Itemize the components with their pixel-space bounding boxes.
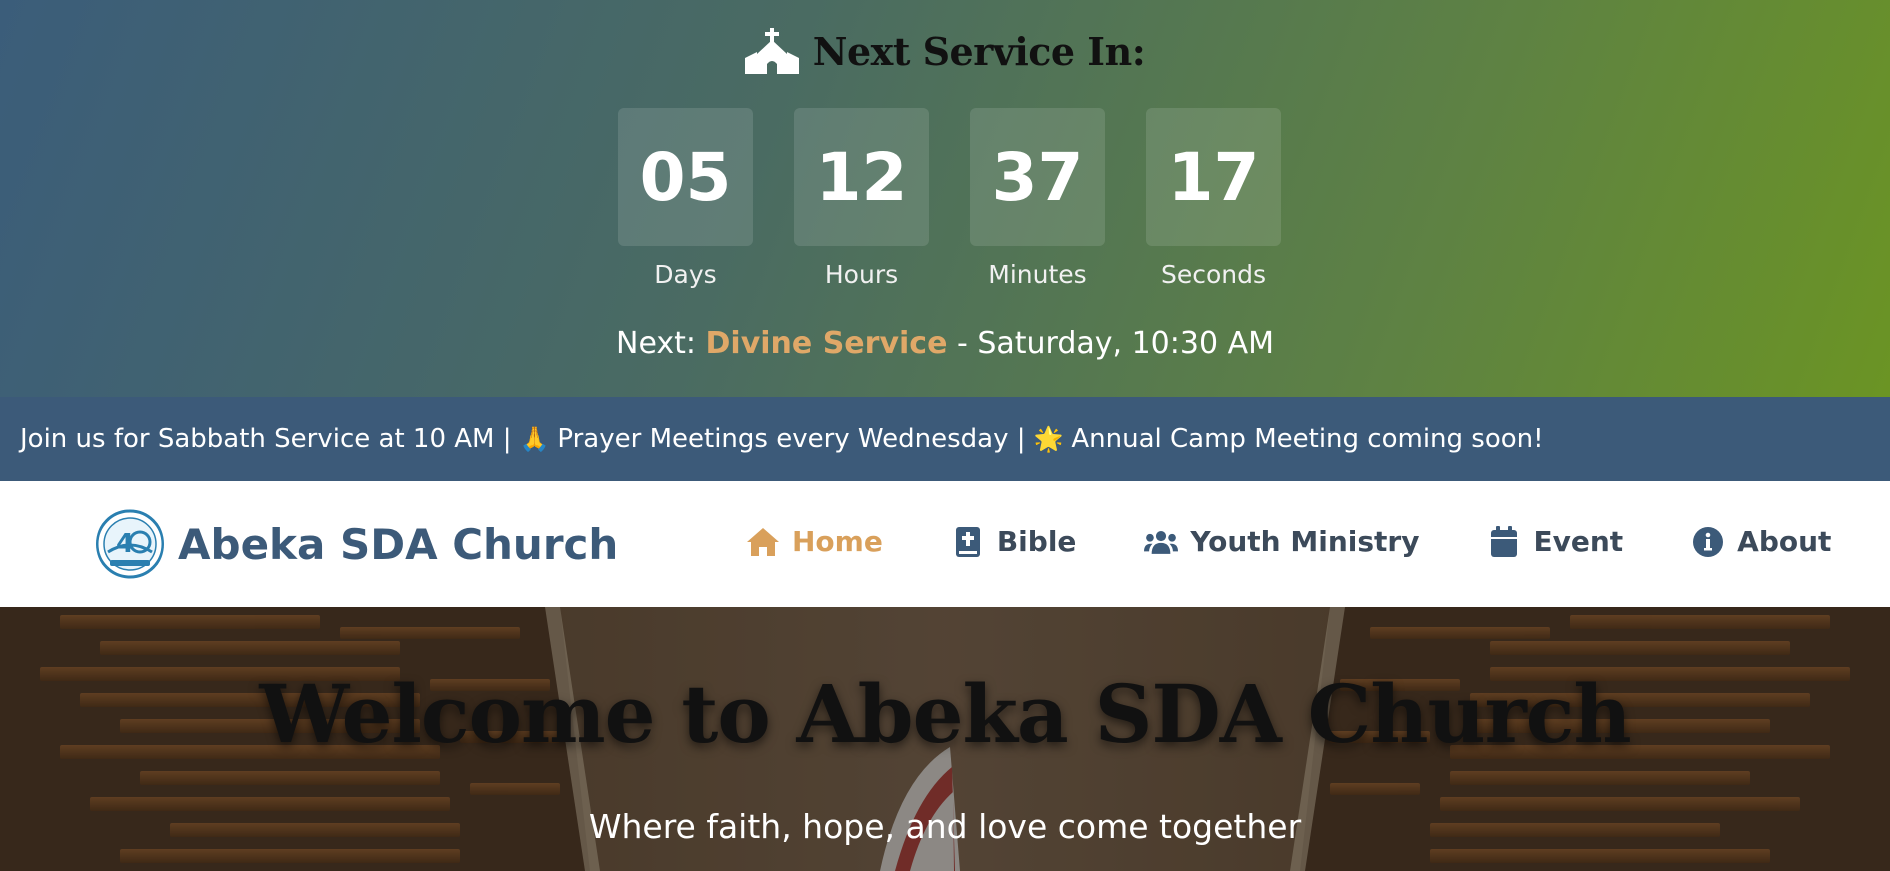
- countdown-days-label: Days: [654, 260, 717, 289]
- countdown-seconds-label: Seconds: [1160, 260, 1267, 289]
- info-icon: [1693, 526, 1724, 557]
- countdown-hours: 12 Hours: [794, 108, 929, 289]
- brand-name: Abeka SDA Church: [178, 519, 619, 569]
- praying-hands-icon: 🙏: [519, 425, 550, 453]
- ticker-text-1: Join us for Sabbath Service at 10 AM |: [20, 424, 512, 454]
- nav-item-event[interactable]: Event: [1487, 525, 1623, 558]
- hero-title: Welcome to Abeka SDA Church: [259, 667, 1631, 761]
- brand[interactable]: 4 Abeka SDA Church: [96, 508, 618, 580]
- nav-item-home[interactable]: Home: [746, 525, 883, 558]
- nav-label-event: Event: [1533, 525, 1624, 558]
- hero-subtitle: Where faith, hope, and love come togethe…: [588, 807, 1302, 846]
- nav-label-home: Home: [792, 525, 883, 558]
- countdown-hours-value: 12: [794, 108, 929, 246]
- countdown-seconds-value: 17: [1146, 108, 1281, 246]
- users-icon: [1144, 530, 1179, 554]
- nav-menu: Home Bible Youth Ministry Event About: [746, 525, 1831, 558]
- ticker-text-3: Annual Camp Meeting coming soon!: [1071, 424, 1544, 454]
- countdown-seconds: 17 Seconds: [1146, 108, 1281, 289]
- next-prefix: Next:: [616, 326, 706, 361]
- nav-item-youth-ministry[interactable]: Youth Ministry: [1144, 525, 1419, 558]
- countdown-minutes-value: 37: [970, 108, 1105, 246]
- countdown-days-value: 05: [618, 108, 753, 246]
- nav-item-about[interactable]: About: [1691, 525, 1831, 558]
- main-navbar: 4 Abeka SDA Church Home Bible Youth Mini…: [0, 481, 1890, 607]
- nav-label-about: About: [1737, 525, 1832, 558]
- hero-section: Welcome to Abeka SDA Church Where faith,…: [0, 607, 1890, 871]
- countdown-timer: 05 Days 12 Hours 37 Minutes 17 Seconds: [618, 108, 1281, 289]
- countdown-minutes: 37 Minutes: [970, 108, 1105, 289]
- church-icon: [744, 28, 799, 74]
- church-logo: 4: [96, 509, 164, 579]
- bible-icon: [955, 526, 980, 557]
- nav-item-bible[interactable]: Bible: [951, 525, 1077, 558]
- countdown-section: Next Service In: 05 Days 12 Hours 37 Min…: [0, 0, 1890, 397]
- announcement-ticker: Join us for Sabbath Service at 10 AM | 🙏…: [0, 397, 1890, 481]
- ticker-text-2: Prayer Meetings every Wednesday |: [557, 424, 1026, 454]
- next-service-line: Next: Divine Service - Saturday, 10:30 A…: [0, 326, 1890, 361]
- home-icon: [747, 527, 779, 556]
- countdown-minutes-label: Minutes: [988, 260, 1087, 289]
- next-service-time: - Saturday, 10:30 AM: [947, 326, 1274, 361]
- countdown-days: 05 Days: [618, 108, 753, 289]
- countdown-header: Next Service In:: [0, 28, 1890, 74]
- nav-label-youth-ministry: Youth Ministry: [1190, 525, 1420, 558]
- countdown-hours-label: Hours: [824, 260, 899, 289]
- next-service-name: Divine Service: [705, 326, 948, 361]
- nav-label-bible: Bible: [996, 525, 1077, 558]
- star-icon: 🌟: [1033, 425, 1064, 453]
- countdown-title: Next Service In:: [812, 28, 1146, 74]
- calendar-icon: [1491, 525, 1518, 557]
